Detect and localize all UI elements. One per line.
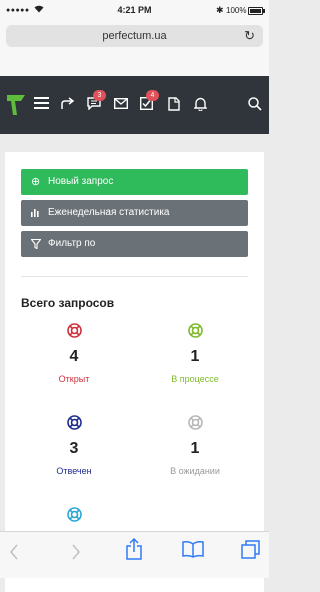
- url-text: perfectum.ua: [102, 30, 167, 42]
- stat-label: В процессе: [171, 374, 219, 384]
- new-request-label: Новый запрос: [48, 176, 114, 187]
- stat-open[interactable]: 4 Открыт: [19, 323, 129, 384]
- mail-icon[interactable]: [114, 98, 128, 109]
- app-header: 3 4: [0, 76, 269, 134]
- plus-circle-icon: ⊕: [31, 176, 41, 188]
- search-icon[interactable]: [248, 97, 262, 111]
- lifebuoy-icon: [66, 415, 82, 430]
- address-bar[interactable]: perfectum.ua ↻: [6, 25, 263, 47]
- forward-icon[interactable]: [71, 544, 81, 560]
- lifebuoy-icon: [187, 415, 203, 430]
- stat-label: В ожидании: [170, 466, 220, 476]
- stat-label: Отвечен: [56, 466, 92, 476]
- tabs-icon[interactable]: [241, 540, 260, 559]
- lifebuoy-icon: [66, 507, 82, 522]
- section-title: Всего запросов: [21, 296, 115, 310]
- perfectum-logo[interactable]: [7, 95, 25, 115]
- stat-in-progress[interactable]: 1 В процессе: [140, 323, 250, 384]
- stat-count: 4: [69, 348, 79, 365]
- divider: [21, 276, 248, 277]
- bookmarks-icon[interactable]: [182, 541, 204, 558]
- stat-label: Открыт: [58, 374, 90, 384]
- bluetooth-icon: ✱: [216, 5, 224, 15]
- filter-icon: [31, 239, 41, 249]
- hamburger-icon[interactable]: [34, 97, 49, 109]
- back-icon[interactable]: [9, 544, 19, 560]
- battery-percent: 100%: [226, 6, 247, 15]
- browser-toolbar: [0, 531, 269, 578]
- stat-count: 1: [190, 440, 200, 457]
- share-arrow-icon[interactable]: [61, 97, 75, 110]
- file-icon[interactable]: [168, 97, 180, 111]
- stat-count: 3: [69, 440, 79, 457]
- lifebuoy-icon: [66, 323, 82, 338]
- requests-card: ⊕ Новый запрос Еженедельная статистика Ф…: [5, 152, 264, 592]
- lifebuoy-icon: [187, 323, 203, 338]
- messages-badge: 3: [93, 90, 106, 101]
- bar-chart-icon: [31, 209, 39, 217]
- filter-button[interactable]: Фильтр по: [21, 231, 248, 257]
- stat-fifth[interactable]: [19, 507, 129, 522]
- bell-icon[interactable]: [194, 97, 207, 111]
- weekly-stats-button[interactable]: Еженедельная статистика: [21, 200, 248, 226]
- status-bar: ●●●●● 4:21 PM ✱ 100%: [0, 0, 269, 22]
- tasks-button[interactable]: 4: [139, 90, 159, 115]
- battery-icon: [248, 7, 265, 15]
- stat-waiting[interactable]: 1 В ожидании: [140, 415, 250, 476]
- weekly-stats-label: Еженедельная статистика: [48, 207, 170, 218]
- share-icon[interactable]: [126, 538, 142, 560]
- tasks-badge: 4: [146, 90, 159, 101]
- filter-label: Фильтр по: [48, 238, 96, 249]
- stat-count: 1: [190, 348, 200, 365]
- stat-answered[interactable]: 3 Отвечен: [19, 415, 129, 476]
- reload-icon[interactable]: ↻: [244, 28, 255, 44]
- new-request-button[interactable]: ⊕ Новый запрос: [21, 169, 248, 195]
- messages-button[interactable]: 3: [87, 90, 106, 115]
